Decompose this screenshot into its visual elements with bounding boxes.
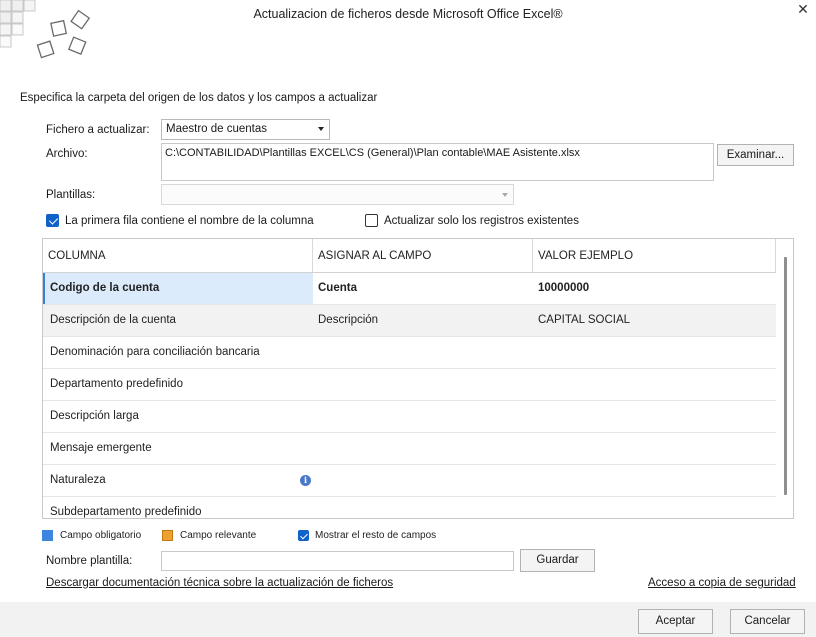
cell-columna: Naturaleza: [50, 474, 106, 486]
grid-scrollbar[interactable]: [784, 257, 787, 495]
fichero-label: Fichero a actualizar:: [46, 124, 150, 136]
grid-header: COLUMNA ASIGNAR AL CAMPO VALOR EJEMPLO: [43, 239, 776, 273]
primera-fila-checkbox[interactable]: [46, 214, 59, 227]
cell-campo[interactable]: Descripción: [318, 305, 378, 336]
instructions-text: Especifica la carpeta del origen de los …: [20, 92, 378, 104]
fichero-select[interactable]: Maestro de cuentas: [161, 119, 330, 140]
cell-valor: CAPITAL SOCIAL: [538, 314, 631, 326]
cell-columna: Descripción de la cuenta: [50, 314, 176, 326]
nombre-plantilla-input[interactable]: [161, 551, 514, 571]
cell-columna: Departamento predefinido: [50, 378, 183, 390]
window-title: Actualizacion de ficheros desde Microsof…: [253, 7, 563, 21]
table-row[interactable]: Descripción de la cuenta Descripción CAP…: [43, 305, 776, 337]
aceptar-button[interactable]: Aceptar: [638, 609, 713, 634]
campo-obligatorio-label: Campo obligatorio: [60, 530, 142, 541]
plantillas-label: Plantillas:: [46, 189, 96, 201]
campo-obligatorio-swatch: [42, 530, 53, 541]
table-row[interactable]: Naturaleza i: [43, 465, 776, 497]
header-asignar[interactable]: ASIGNAR AL CAMPO: [313, 239, 533, 272]
primera-fila-label: La primera fila contiene el nombre de la…: [65, 215, 314, 227]
fields-grid: COLUMNA ASIGNAR AL CAMPO VALOR EJEMPLO C…: [42, 238, 794, 519]
archivo-field[interactable]: C:\CONTABILIDAD\Plantillas EXCEL\CS (Gen…: [161, 143, 714, 181]
table-row[interactable]: Subdepartamento predefinido: [43, 497, 776, 518]
plantillas-select[interactable]: [161, 184, 514, 205]
table-row[interactable]: Codigo de la cuenta Cuenta 10000000: [43, 273, 776, 305]
table-row[interactable]: Mensaje emergente: [43, 433, 776, 465]
chevron-down-icon: [502, 193, 508, 197]
table-row[interactable]: Descripción larga: [43, 401, 776, 433]
cell-columna: Subdepartamento predefinido: [50, 506, 202, 518]
cell-valor: 10000000: [538, 282, 590, 294]
mostrar-resto-checkbox[interactable]: [298, 530, 309, 541]
examinar-button[interactable]: Examinar...: [717, 144, 794, 166]
documentacion-link[interactable]: Descargar documentación técnica sobre la…: [46, 577, 393, 589]
cell-columna: Codigo de la cuenta: [50, 282, 160, 294]
solo-existentes-label: Actualizar solo los registros existentes: [384, 215, 579, 227]
table-row[interactable]: Denominación para conciliación bancaria: [43, 337, 776, 369]
mostrar-resto-label: Mostrar el resto de campos: [315, 530, 437, 541]
table-row[interactable]: Departamento predefinido: [43, 369, 776, 401]
cell-columna: Mensaje emergente: [50, 442, 152, 454]
campo-relevante-label: Campo relevante: [180, 530, 257, 541]
campo-relevante-swatch: [162, 530, 173, 541]
chevron-down-icon: [318, 127, 324, 131]
cell-columna: Denominación para conciliación bancaria: [50, 346, 260, 358]
nombre-plantilla-label: Nombre plantilla:: [46, 555, 133, 567]
archivo-label: Archivo:: [46, 148, 88, 160]
info-icon[interactable]: i: [300, 475, 311, 486]
guardar-button[interactable]: Guardar: [520, 549, 595, 572]
cell-campo[interactable]: Cuenta: [318, 273, 357, 304]
cancelar-button[interactable]: Cancelar: [730, 609, 805, 634]
fichero-select-value: Maestro de cuentas: [166, 123, 268, 135]
solo-existentes-checkbox[interactable]: [365, 214, 378, 227]
copia-seguridad-link[interactable]: Acceso a copia de seguridad: [648, 577, 796, 589]
header-columna[interactable]: COLUMNA: [43, 239, 313, 272]
cell-columna: Descripción larga: [50, 410, 139, 422]
close-icon[interactable]: ✕: [794, 0, 812, 18]
header-valor[interactable]: VALOR EJEMPLO: [533, 239, 776, 272]
